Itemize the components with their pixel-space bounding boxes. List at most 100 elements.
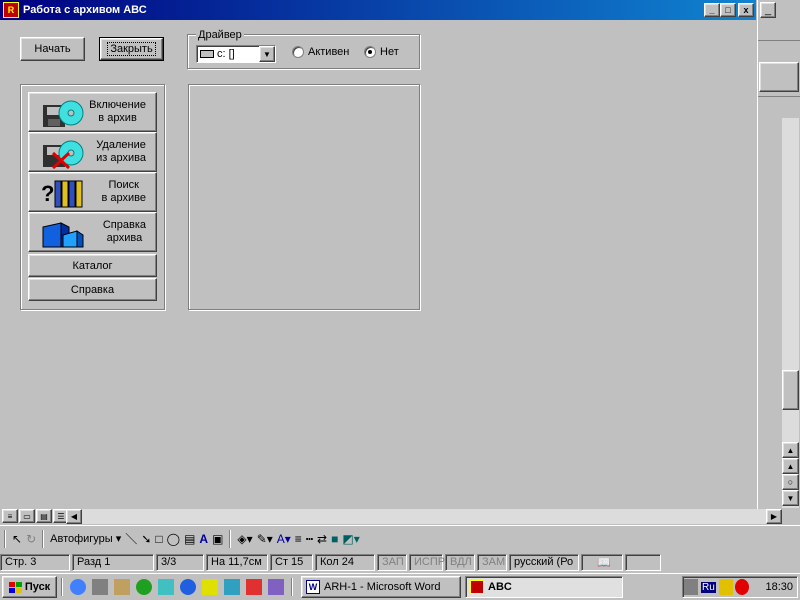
quicklaunch-app7-icon[interactable]: [202, 579, 218, 595]
3d-icon[interactable]: ◩▾: [342, 529, 359, 549]
status-section: Разд 1: [72, 553, 154, 571]
task-abc[interactable]: ABC: [465, 576, 623, 598]
delete-from-archive-button[interactable]: Удаление из архива: [28, 132, 157, 172]
quicklaunch-app1-icon[interactable]: [70, 579, 86, 595]
autoshapes-menu[interactable]: Автофигуры ▾: [50, 529, 121, 549]
help-button[interactable]: Справка: [28, 278, 157, 301]
font-color-icon[interactable]: A▾: [277, 529, 291, 549]
line-style-icon[interactable]: ≡: [295, 529, 302, 549]
scroll-left-arrow-icon[interactable]: ◀: [66, 509, 82, 524]
status-rec[interactable]: ЗАП: [377, 553, 407, 571]
language-indicator[interactable]: Ru: [701, 581, 716, 593]
search-line1: Поиск: [108, 179, 139, 191]
arrow-style-icon[interactable]: ⇄: [317, 529, 327, 549]
tray-alert-icon[interactable]: [734, 579, 749, 595]
system-tray: Ru 18:30: [682, 576, 798, 598]
vertical-scrollbar[interactable]: ▲ ▲ ○ ▼: [782, 118, 799, 508]
close-button-label: Закрыть: [107, 42, 156, 56]
svg-text:?: ?: [41, 181, 54, 206]
floppy-cd-delete-icon: [43, 140, 84, 169]
horizontal-scrollbar[interactable]: [82, 509, 766, 524]
catalog-button[interactable]: Каталог: [28, 254, 157, 277]
abc-app-icon[interactable]: R: [3, 2, 19, 18]
bg-panel: [759, 62, 799, 92]
shadow-icon[interactable]: ■: [331, 529, 338, 549]
task-word[interactable]: W ARH-1 - Microsoft Word: [301, 576, 461, 598]
web-view-icon[interactable]: ▭: [19, 509, 35, 523]
status-ovr[interactable]: ЗАМ: [477, 553, 507, 571]
textbox-tool-icon[interactable]: ▤: [184, 529, 195, 549]
windows-logo-icon: [8, 581, 22, 593]
line-color-icon[interactable]: ✎▾: [257, 529, 273, 549]
maximize-button[interactable]: □: [720, 3, 736, 17]
info-line2: архива: [106, 232, 143, 244]
clock[interactable]: 18:30: [765, 581, 793, 593]
drive-select[interactable]: c: [] ▼: [196, 45, 276, 63]
browse-object-icon[interactable]: ○: [782, 474, 799, 490]
bg-minimize-button[interactable]: _: [760, 2, 776, 18]
scroll-thumb[interactable]: [782, 370, 799, 410]
rectangle-tool-icon[interactable]: □: [155, 529, 162, 549]
close-window-button[interactable]: x: [738, 3, 754, 17]
radio-none[interactable]: Нет: [364, 46, 399, 58]
close-button[interactable]: Закрыть: [99, 37, 164, 61]
oval-tool-icon[interactable]: ◯: [167, 529, 180, 549]
include-line1: Включение: [89, 99, 146, 111]
wordart-icon[interactable]: A: [199, 529, 208, 549]
quicklaunch-app8-icon[interactable]: [224, 579, 240, 595]
delete-line2: из архива: [96, 152, 146, 164]
radio-none-label: Нет: [380, 46, 399, 58]
start-menu-button[interactable]: Пуск: [2, 576, 57, 598]
archive-info-button[interactable]: Справка архива: [28, 212, 157, 252]
window-titlebar[interactable]: R Работа с архивом АВС _ □ x: [0, 0, 756, 20]
radio-active[interactable]: Активен: [292, 46, 349, 58]
driver-group-label: Драйвер: [196, 29, 244, 41]
quicklaunch-app10-icon[interactable]: [268, 579, 284, 595]
books-search-icon: ?: [41, 180, 83, 208]
search-archive-button[interactable]: ? Поиск в архиве: [28, 172, 157, 212]
normal-view-icon[interactable]: ≡: [2, 509, 18, 523]
arrow-tool-icon[interactable]: ➘: [141, 529, 151, 549]
content-panel: [188, 84, 420, 310]
quicklaunch-app9-icon[interactable]: [246, 579, 262, 595]
minimize-button[interactable]: _: [704, 3, 720, 17]
drawing-toolbar: ↖ ↻ Автофигуры ▾ ＼ ➘ □ ◯ ▤ A ▣ ◈▾ ✎▾ A▾ …: [0, 525, 800, 551]
scroll-right-arrow-icon[interactable]: ▶: [766, 509, 782, 524]
quicklaunch-app2-icon[interactable]: [92, 579, 108, 595]
radio-active-circle[interactable]: [292, 46, 304, 58]
volume-icon[interactable]: [718, 579, 733, 595]
taskbar: Пуск W ARH-1 - Microsoft Word ABC Ru 18:…: [0, 573, 800, 600]
clipart-icon[interactable]: ▣: [212, 529, 223, 549]
select-pointer-icon[interactable]: ↖: [12, 529, 22, 549]
status-page: Стр. 3: [0, 553, 70, 571]
include-in-archive-button[interactable]: Включение в архив: [28, 92, 157, 132]
quicklaunch-app4-icon[interactable]: [136, 579, 152, 595]
chevron-down-icon[interactable]: ▼: [259, 46, 275, 62]
scroll-up-arrow-icon[interactable]: ▲: [782, 442, 799, 458]
internet-explorer-icon[interactable]: [180, 579, 196, 595]
status-language[interactable]: русский (Ро: [509, 553, 579, 571]
include-line2: в архив: [98, 112, 137, 124]
status-trk[interactable]: ИСПР: [409, 553, 445, 571]
radio-none-circle[interactable]: [364, 46, 376, 58]
spelling-status-icon[interactable]: 📖: [581, 553, 623, 571]
next-page-icon[interactable]: ▼: [782, 490, 799, 506]
task-word-label: ARH-1 - Microsoft Word: [324, 581, 441, 593]
rotate-icon[interactable]: ↻: [26, 529, 36, 549]
quicklaunch-app3-icon[interactable]: [114, 579, 130, 595]
drive-icon: [200, 50, 214, 58]
fill-color-icon[interactable]: ◈▾: [237, 529, 252, 549]
status-ext[interactable]: ВДЛ: [445, 553, 475, 571]
prev-page-icon[interactable]: ▲: [782, 458, 799, 474]
status-at: На 11,7см: [206, 553, 268, 571]
radio-active-label: Активен: [308, 46, 350, 58]
status-empty: [625, 553, 661, 571]
start-button[interactable]: Начать: [20, 37, 85, 61]
word-status-bar: Стр. 3 Разд 1 3/3 На 11,7см Ст 15 Кол 24…: [0, 552, 800, 572]
page-view-icon[interactable]: ▤: [36, 509, 52, 523]
line-tool-icon[interactable]: ＼: [125, 529, 137, 549]
autoshapes-label: Автофигуры: [50, 532, 113, 545]
dash-style-icon[interactable]: ┅: [306, 529, 313, 549]
tray-app-icon[interactable]: [684, 579, 698, 595]
quicklaunch-app5-icon[interactable]: [158, 579, 174, 595]
